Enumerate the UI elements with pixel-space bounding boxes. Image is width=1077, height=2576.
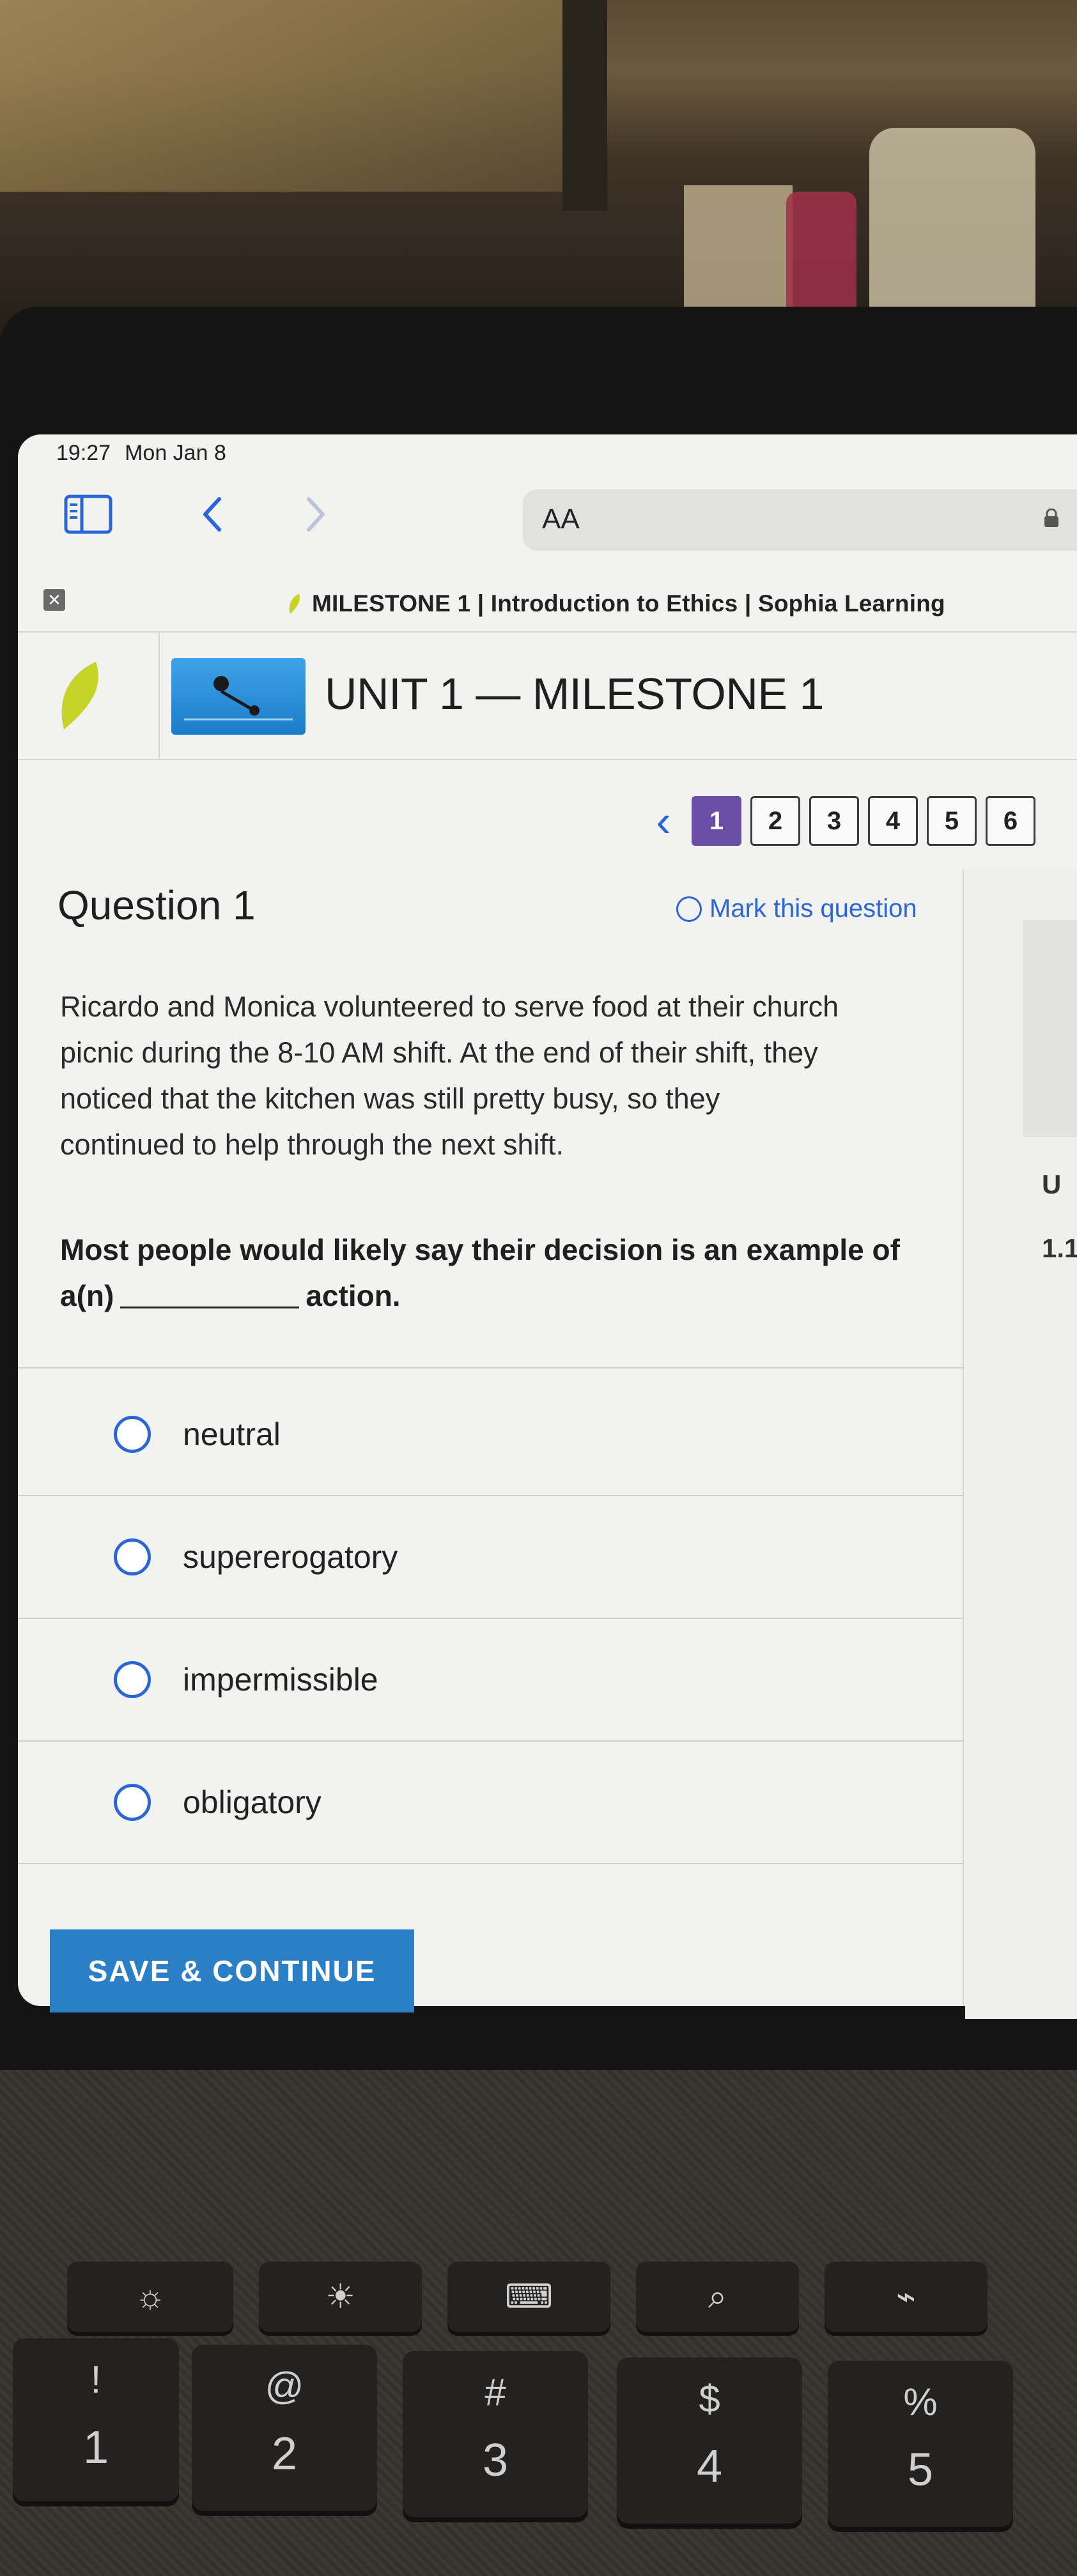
keyboard-key-icon[interactable]: ⌨ xyxy=(447,2262,610,2332)
radio-icon[interactable] xyxy=(114,1784,151,1821)
tab-bar: ✕ MILESTONE 1 | Introduction to Ethics |… xyxy=(18,562,1077,632)
status-bar: 19:27 Mon Jan 8 xyxy=(56,441,226,466)
search-key-icon[interactable]: ⌕ xyxy=(636,2262,799,2332)
brightness-up-key-icon[interactable]: ☀ xyxy=(259,2262,422,2332)
forward-icon[interactable] xyxy=(286,486,344,543)
key-2[interactable]: @ 2 xyxy=(192,2345,377,2511)
lock-icon xyxy=(1044,509,1058,527)
answer-divider xyxy=(18,1367,964,1368)
header-divider xyxy=(159,632,160,760)
question-heading: Question 1 xyxy=(58,882,256,928)
status-date: Mon Jan 8 xyxy=(125,441,226,465)
background-cup xyxy=(786,192,856,326)
key-1[interactable]: ! 1 xyxy=(13,2338,179,2501)
sidebar-toggle-icon[interactable] xyxy=(59,486,117,543)
answer-choice-0[interactable]: neutral xyxy=(18,1374,964,1496)
address-bar[interactable]: AA a xyxy=(523,489,1077,551)
save-continue-button[interactable]: SAVE & CONTINUE xyxy=(50,1929,414,2012)
question-page-6[interactable]: 6 xyxy=(986,796,1035,846)
answer-choice-2[interactable]: impermissible xyxy=(18,1619,964,1742)
backlight-key-icon[interactable]: ⌁ xyxy=(825,2262,988,2332)
radio-icon[interactable] xyxy=(114,1416,151,1453)
unit-title: UNIT 1 — MILESTONE 1 xyxy=(325,669,824,719)
sophia-logo-icon xyxy=(61,662,98,730)
radio-icon[interactable] xyxy=(114,1538,151,1575)
question-passage: Ricardo and Monica volunteered to serve … xyxy=(60,990,839,1161)
question-page-5[interactable]: 5 xyxy=(927,796,977,846)
background-window xyxy=(0,0,575,192)
background-room xyxy=(0,0,1077,358)
close-tab-icon[interactable]: ✕ xyxy=(43,589,65,611)
status-time: 19:27 xyxy=(56,441,111,465)
question-page-1[interactable]: 1 xyxy=(692,796,741,846)
question-page-4[interactable]: 4 xyxy=(868,796,918,846)
unit-header: UNIT 1 — MILESTONE 1 xyxy=(18,632,1077,760)
mark-question-toggle[interactable]: Mark this question xyxy=(676,894,917,923)
unit-thumbnail xyxy=(171,658,306,735)
key-3[interactable]: # 3 xyxy=(403,2351,588,2517)
question-pager: ‹ 1 2 3 4 5 6 xyxy=(644,792,1035,850)
mark-circle-icon xyxy=(676,896,702,922)
key-4[interactable]: $ 4 xyxy=(617,2358,802,2524)
answer-choice-3[interactable]: obligatory xyxy=(18,1742,964,1864)
previous-question-icon[interactable]: ‹ xyxy=(644,795,683,847)
brightness-down-key-icon[interactable]: ☼ xyxy=(67,2262,233,2332)
text-size-button[interactable]: AA xyxy=(542,503,580,535)
keyboard: ☼ ☀ ⌨ ⌕ ⌁ ! 1 @ 2 # 3 $ 4 % 5 xyxy=(0,2070,1077,2576)
answer-list: neutral supererogatory impermissible obl… xyxy=(18,1374,964,1885)
question-page-3[interactable]: 3 xyxy=(809,796,859,846)
tab-title[interactable]: MILESTONE 1 | Introduction to Ethics | S… xyxy=(286,590,945,617)
question-page-2[interactable]: 2 xyxy=(750,796,800,846)
sophia-favicon-icon xyxy=(289,594,300,614)
question-prompt: Most people would likely say their decis… xyxy=(60,1233,900,1312)
answer-blank xyxy=(120,1307,300,1308)
key-5[interactable]: % 5 xyxy=(828,2361,1013,2527)
back-icon[interactable] xyxy=(184,486,242,543)
radio-icon[interactable] xyxy=(114,1661,151,1698)
background-pole xyxy=(562,0,607,211)
answer-choice-1[interactable]: supererogatory xyxy=(18,1496,964,1619)
